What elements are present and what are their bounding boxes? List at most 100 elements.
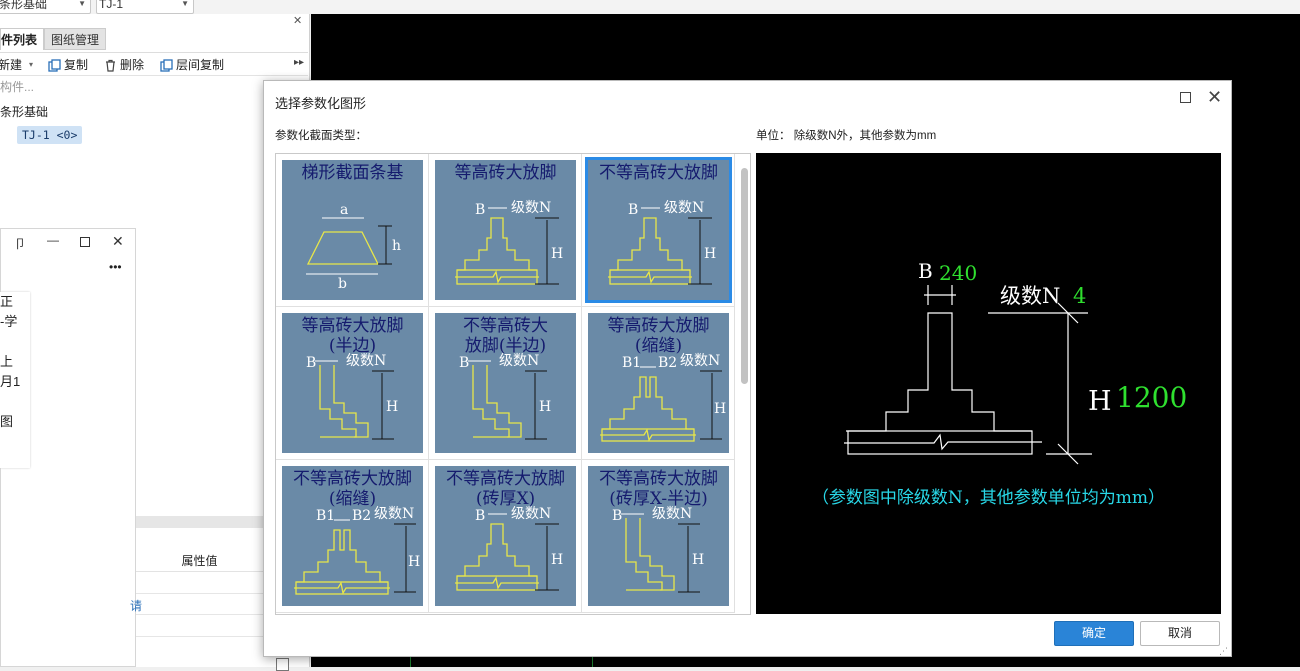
element-select[interactable]: TJ-1 ▼: [96, 0, 194, 14]
more-icon[interactable]: ▸▸: [294, 57, 304, 68]
property-header-bar: [136, 516, 263, 528]
svg-text:a: a: [340, 202, 348, 218]
svg-text:级数N: 级数N: [664, 200, 704, 216]
maximize-icon[interactable]: [80, 237, 90, 247]
notification-line: -学: [0, 314, 18, 329]
copy-button-label: 复制: [64, 58, 89, 72]
new-button[interactable]: 新建 ▾: [0, 57, 33, 73]
property-row-divider: [136, 593, 263, 594]
svg-text:h: h: [392, 238, 401, 254]
shape-thumbnail: a h b 梯形截面条基: [282, 160, 423, 300]
shape-option[interactable]: B1 B2 级数N H 等高砖大放脚 (缩缝): [582, 307, 735, 460]
scrollbar-thumb[interactable]: [741, 168, 748, 384]
shape-option-title: 梯形截面条基: [301, 163, 404, 183]
more-icon[interactable]: •••: [109, 260, 122, 274]
property-value-header-label: 属性值: [181, 554, 218, 568]
notification-line: 图: [0, 414, 14, 429]
tree-node-tj-1[interactable]: TJ-1 <0>: [17, 126, 83, 144]
floor-copy-button-label: 层间复制: [176, 58, 225, 72]
tab-component-list[interactable]: 件列表: [0, 28, 44, 50]
minimize-icon[interactable]: —: [47, 233, 59, 247]
shape-thumbnail: B 级数N H 不等高砖大 放脚(半边): [435, 313, 576, 453]
shape-option[interactable]: B 级数N H 等高砖大放脚 (半边): [276, 307, 429, 460]
shape-thumbnail: B 级数N H 不等高砖大放脚 (砖厚X-半边): [588, 466, 729, 606]
copy-button[interactable]: 复制: [48, 57, 88, 73]
notification-line: [0, 332, 30, 352]
tree-child-label: TJ-1 <0>: [22, 128, 78, 142]
svg-text:H: H: [704, 246, 716, 262]
preview-b-label: B: [918, 259, 933, 283]
pin-icon[interactable]: 卩: [14, 235, 26, 252]
close-icon[interactable]: ✕: [1207, 87, 1222, 107]
svg-text:B: B: [612, 508, 622, 524]
shape-thumbnail: B 级数N H 不等高砖大放脚: [585, 157, 732, 303]
shape-preview: B 240 级数N 4 H 1200 （参数图中除级数N，其他参数单位均为mm）: [756, 153, 1221, 614]
shape-option[interactable]: B 级数N H 不等高砖大放脚 (砖厚X): [429, 460, 582, 613]
preview-n-label: 级数N: [1000, 284, 1060, 308]
filter-input[interactable]: 构件...: [0, 78, 308, 96]
shape-thumbnail: B 级数N H 等高砖大放脚: [435, 160, 576, 300]
shape-option-title: 不等高砖大放脚 (砖厚X-半边): [599, 469, 718, 509]
shape-option[interactable]: B 级数N H 不等高砖大放脚 (砖厚X-半边): [582, 460, 735, 613]
shape-option-title: 不等高砖大放脚 (砖厚X): [446, 469, 565, 509]
svg-text:B1: B1: [622, 355, 641, 371]
preview-note: （参数图中除级数N，其他参数单位均为mm）: [811, 488, 1166, 508]
svg-text:B: B: [475, 202, 485, 218]
notification-line: 月1: [0, 374, 21, 389]
shape-option-title: 不等高砖大放脚: [599, 163, 718, 183]
layer-copy-icon: [160, 58, 173, 72]
svg-text:B2: B2: [352, 508, 371, 524]
shape-option[interactable]: B1 B2 级数N H 不等高砖大放脚 (缩缝): [276, 460, 429, 613]
section-type-label: 参数化截面类型：: [275, 130, 367, 142]
svg-text:H: H: [386, 399, 398, 415]
svg-text:B: B: [306, 355, 316, 371]
svg-text:B: B: [628, 202, 638, 218]
shape-option-title: 不等高砖大 放脚(半边): [463, 316, 548, 356]
ok-button[interactable]: 确定: [1054, 621, 1134, 646]
top-bar: [0, 0, 1300, 14]
trash-icon: [106, 59, 115, 72]
chevron-down-icon: ▼: [78, 0, 86, 8]
floor-copy-button[interactable]: 层间复制: [160, 57, 224, 73]
tab-drawing-management[interactable]: 图纸管理: [44, 28, 106, 50]
preview-h-label: H: [1088, 386, 1112, 417]
shape-thumbnail: B 级数N H 不等高砖大放脚 (砖厚X): [435, 466, 576, 606]
shape-thumbnail: B 级数N H 等高砖大放脚 (半边): [282, 313, 423, 453]
more-label: •••: [109, 260, 122, 274]
svg-text:H: H: [551, 246, 563, 262]
notification-line: 正: [0, 294, 14, 309]
shape-option[interactable]: B 级数N H 等高砖大放脚: [429, 154, 582, 307]
close-icon[interactable]: ✕: [112, 233, 124, 250]
cad-gridline: [592, 656, 593, 667]
shape-option[interactable]: a h b 梯形截面条基: [276, 154, 429, 307]
shape-option[interactable]: B 级数N H 不等高砖大放脚: [582, 154, 735, 307]
maximize-icon[interactable]: [1180, 92, 1191, 103]
svg-text:B1: B1: [316, 508, 335, 524]
component-toolbar: 新建 ▾ 复制 删除 层间复制: [0, 52, 308, 76]
shape-option-title: 等高砖大放脚 (半边): [301, 316, 404, 356]
notification-card: 正 -学 上 月1 图: [0, 292, 30, 468]
shape-option-title: 等高砖大放脚: [454, 163, 557, 183]
select-parametric-shape-dialog: 选择参数化图形 ✕ 参数化截面类型： 单位： 除级数N外，其他参数为mm a h b…: [263, 80, 1232, 657]
resize-grip-icon[interactable]: ⋰: [1219, 646, 1228, 657]
copy-icon: [48, 58, 61, 72]
tree-node-strip-foundation[interactable]: 条形基础: [0, 103, 48, 120]
property-row-divider: [136, 614, 263, 615]
delete-button[interactable]: 删除: [104, 57, 144, 73]
shape-option[interactable]: B 级数N H 不等高砖大 放脚(半边): [429, 307, 582, 460]
category-select[interactable]: 条形基础 ▼: [0, 0, 91, 14]
unit-label: 单位： 除级数N外，其他参数为mm: [756, 130, 937, 142]
tab-label: 图纸管理: [51, 33, 100, 47]
tree-root-label: 条形基础: [0, 105, 49, 119]
svg-text:H: H: [408, 554, 420, 570]
svg-text:H: H: [714, 401, 726, 417]
shape-thumbnail: B1 B2 级数N H 不等高砖大放脚 (缩缝): [282, 466, 423, 606]
cancel-button[interactable]: 取消: [1140, 621, 1220, 646]
checkbox[interactable]: [276, 658, 289, 671]
cad-gridline: [410, 656, 411, 667]
close-icon[interactable]: ✕: [293, 14, 302, 27]
element-select-value: TJ-1: [99, 0, 123, 11]
shape-thumbnail: B1 B2 级数N H 等高砖大放脚 (缩缝): [588, 313, 729, 453]
gallery-scrollbar[interactable]: [738, 154, 750, 614]
property-row-value[interactable]: 请: [130, 597, 142, 614]
